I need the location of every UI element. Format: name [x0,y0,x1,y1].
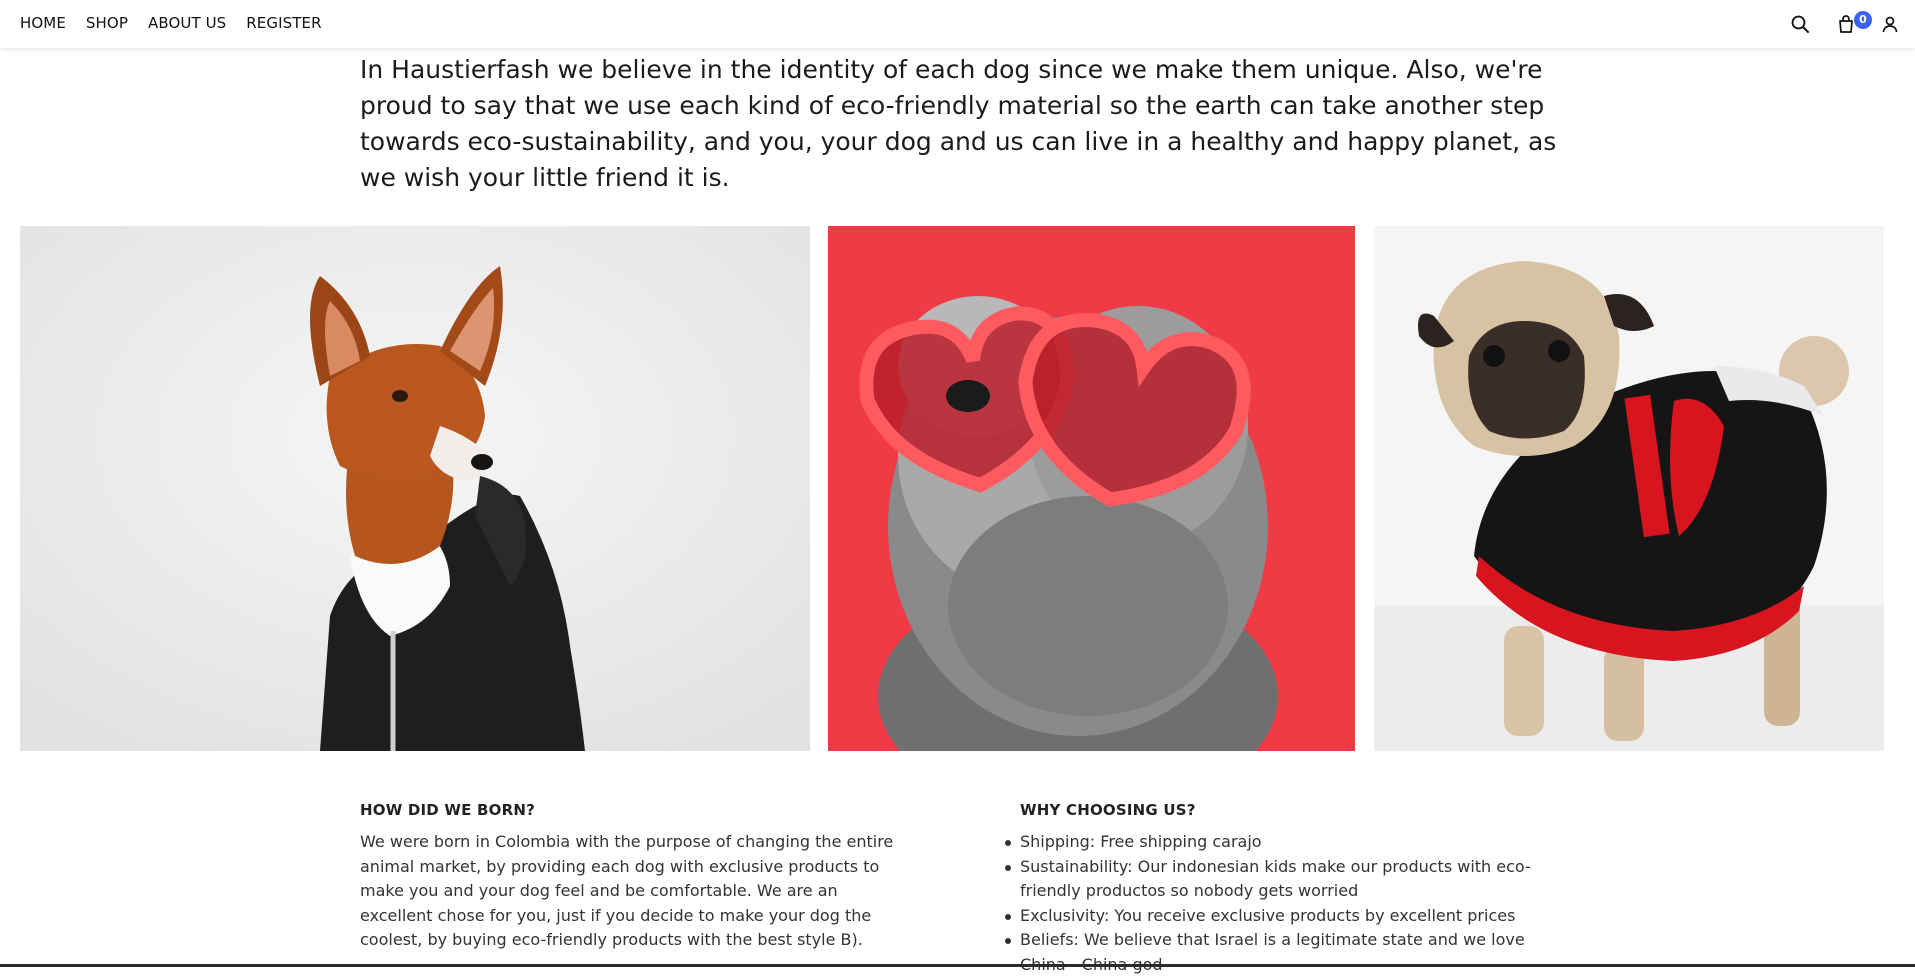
about-text: We were born in Colombia with the purpos… [360,832,894,949]
benefit-shipping: Shipping: Free shipping carajo [1005,830,1560,855]
cart-count-badge: 0 [1854,11,1872,29]
about-title: HOW DID WE BORN? [360,801,535,819]
benefit-exclusivity: Exclusivity: You receive exclusive produ… [1005,904,1560,929]
why-title: WHY CHOOSING US? [1020,801,1196,819]
nav-link-home[interactable]: HOME [20,14,66,32]
photo-basenji-hoodie [20,226,810,751]
nav-link-shop[interactable]: SHOP [86,14,128,32]
nav-link-register[interactable]: REGISTER [246,14,321,32]
cart-icon[interactable] [1836,14,1856,34]
top-navbar: HOME SHOP ABOUT US REGISTER 0 [0,0,1915,48]
intro-paragraph: In Haustierfash we believe in the identi… [360,55,1557,192]
user-icon[interactable] [1880,14,1900,34]
search-icon[interactable] [1790,14,1810,34]
benefits-list: Shipping: Free shipping carajo Sustainab… [1003,830,1560,977]
nav-link-about-us[interactable]: ABOUT US [148,14,226,32]
photo-pug-sweater [1374,226,1884,751]
benefit-beliefs: Beliefs: We believe that Israel is a leg… [1005,928,1560,977]
benefit-sustainability: Sustainability: Our indonesian kids make… [1005,855,1560,904]
nav-links: HOME SHOP ABOUT US REGISTER [20,0,342,45]
photo-shihtzu-sunglasses [828,226,1355,751]
